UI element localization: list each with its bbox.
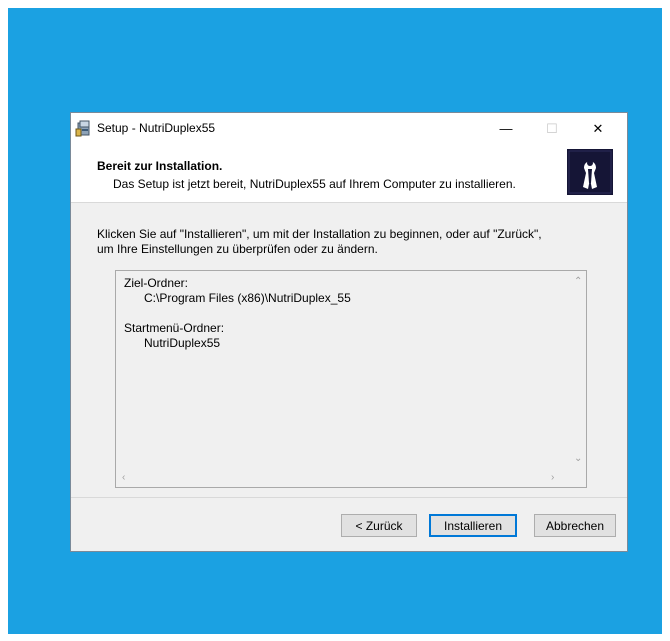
setup-window: Setup - NutriDuplex55 — ☐ ✕ Bereit zur I… — [70, 112, 628, 552]
desktop-background: Setup - NutriDuplex55 — ☐ ✕ Bereit zur I… — [8, 8, 662, 634]
scroll-right-icon[interactable]: › — [551, 473, 554, 483]
summary-memo[interactable]: Ziel-Ordner: C:\Program Files (x86)\Nutr… — [115, 270, 587, 488]
maximize-button[interactable]: ☐ — [529, 113, 575, 144]
wizard-header: Bereit zur Installation. Das Setup ist j… — [71, 144, 627, 203]
instruction-text: Klicken Sie auf "Installieren", um mit d… — [97, 227, 607, 257]
instruction-line-2: um Ihre Einstellungen zu überprüfen oder… — [97, 242, 378, 256]
wizard-image-icon — [567, 149, 613, 195]
instruction-line-1: Klicken Sie auf "Installieren", um mit d… — [97, 227, 542, 241]
footer-divider — [71, 497, 627, 498]
page-title: Bereit zur Installation. — [97, 159, 223, 173]
minimize-button[interactable]: — — [483, 113, 529, 144]
install-button[interactable]: Installieren — [429, 514, 517, 537]
page-subtitle: Das Setup ist jetzt bereit, NutriDuplex5… — [113, 177, 516, 191]
title-bar[interactable]: Setup - NutriDuplex55 — ☐ ✕ — [71, 113, 627, 144]
vertical-scrollbar[interactable]: ⌃ ⌄ — [569, 271, 586, 470]
back-button[interactable]: < Zurück — [341, 514, 417, 537]
close-icon: ✕ — [592, 120, 604, 136]
maximize-icon: ☐ — [546, 120, 558, 136]
setup-app-icon — [75, 120, 90, 137]
summary-memo-text: Ziel-Ordner: C:\Program Files (x86)\Nutr… — [124, 276, 351, 350]
scroll-up-icon[interactable]: ⌃ — [574, 277, 582, 287]
horizontal-scrollbar[interactable]: ‹ › — [116, 470, 586, 487]
cancel-button[interactable]: Abbrechen — [534, 514, 616, 537]
window-title: Setup - NutriDuplex55 — [97, 121, 216, 135]
close-button[interactable]: ✕ — [575, 113, 621, 144]
scroll-down-icon[interactable]: ⌄ — [574, 454, 582, 464]
minimize-icon: — — [499, 121, 513, 136]
scroll-left-icon[interactable]: ‹ — [122, 473, 125, 483]
